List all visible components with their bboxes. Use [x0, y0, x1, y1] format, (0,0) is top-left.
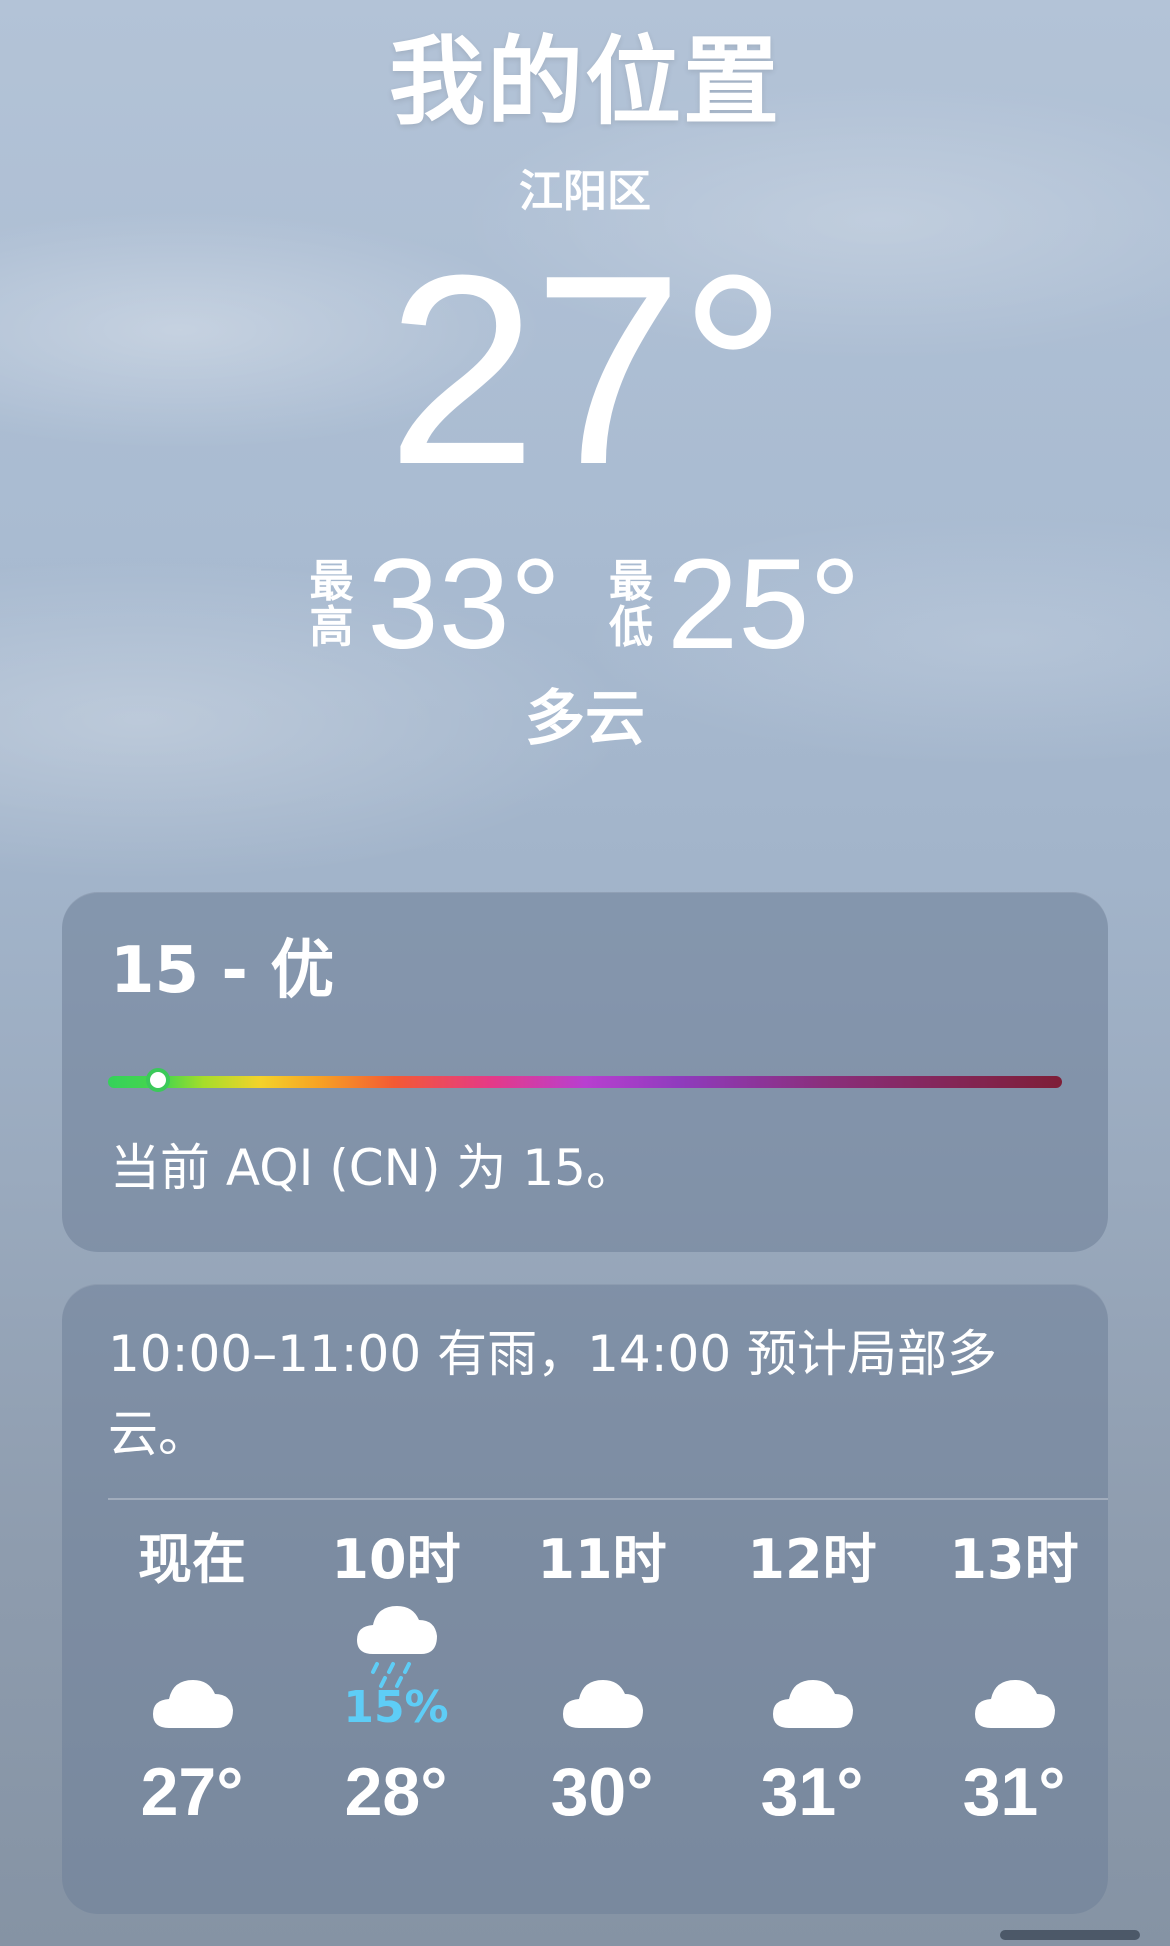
low-temp-group: 最 低 25° [609, 541, 861, 669]
low-label-char-2: 低 [609, 602, 653, 653]
air-quality-card[interactable]: 15 - 优 当前 AQI (CN) 为 15。 [62, 892, 1108, 1252]
hour-item-10[interactable]: 10时 15% 28° [296, 1530, 496, 1890]
hour-temp: 28° [344, 1754, 448, 1830]
low-temp: 25° [667, 533, 861, 676]
forecast-divider [108, 1498, 1108, 1500]
location-title: 我的位置 [389, 26, 781, 138]
location-district: 江阳区 [519, 166, 651, 217]
hour-temp: 27° [140, 1754, 244, 1830]
high-label-char-2: 高 [309, 602, 354, 653]
cloud-icon [773, 1680, 853, 1728]
cloud-icon [563, 1680, 643, 1728]
low-label-char-1: 最 [609, 555, 653, 607]
current-temperature: 27° [386, 220, 787, 521]
precip-chance: 15% [343, 1682, 449, 1733]
home-indicator[interactable] [1000, 1930, 1140, 1940]
cloud-icon [153, 1680, 233, 1728]
hour-time: 现在 [138, 1528, 246, 1591]
hourly-forecast-card[interactable]: 10:00–11:00 有雨，14:00 预计局部多云。 现在 27° 10时 … [62, 1284, 1108, 1914]
hour-time: 13时 [949, 1528, 1079, 1591]
hour-item-now[interactable]: 现在 27° [92, 1530, 292, 1890]
hour-time: 10时 [331, 1528, 461, 1591]
aqi-scale-bar [108, 1076, 1062, 1088]
hour-temp: 31° [760, 1754, 864, 1830]
high-label-char-1: 最 [309, 555, 354, 607]
high-low-temps: 最 高 33° 最 低 25° [0, 540, 1170, 670]
aqi-headline: 15 - 优 [110, 934, 335, 1008]
hour-item-13[interactable]: 13时 31° [914, 1530, 1114, 1890]
high-label: 最 高 [309, 555, 354, 653]
hour-temp: 30° [550, 1754, 654, 1830]
forecast-summary: 10:00–11:00 有雨，14:00 预计局部多云。 [108, 1325, 998, 1463]
hour-temp: 31° [962, 1754, 1066, 1830]
hour-time: 12时 [747, 1528, 877, 1591]
weather-condition: 多云 [525, 684, 645, 754]
hour-time: 11时 [537, 1528, 667, 1591]
low-label: 最 低 [609, 555, 653, 653]
hour-item-11[interactable]: 11时 30° [502, 1530, 702, 1890]
high-temp: 33° [367, 533, 561, 676]
aqi-description: 当前 AQI (CN) 为 15。 [110, 1139, 636, 1197]
cloud-icon [975, 1680, 1055, 1728]
high-temp-group: 最 高 33° [309, 541, 561, 669]
aqi-indicator-dot [146, 1068, 170, 1092]
hour-item-12[interactable]: 12时 31° [712, 1530, 912, 1890]
